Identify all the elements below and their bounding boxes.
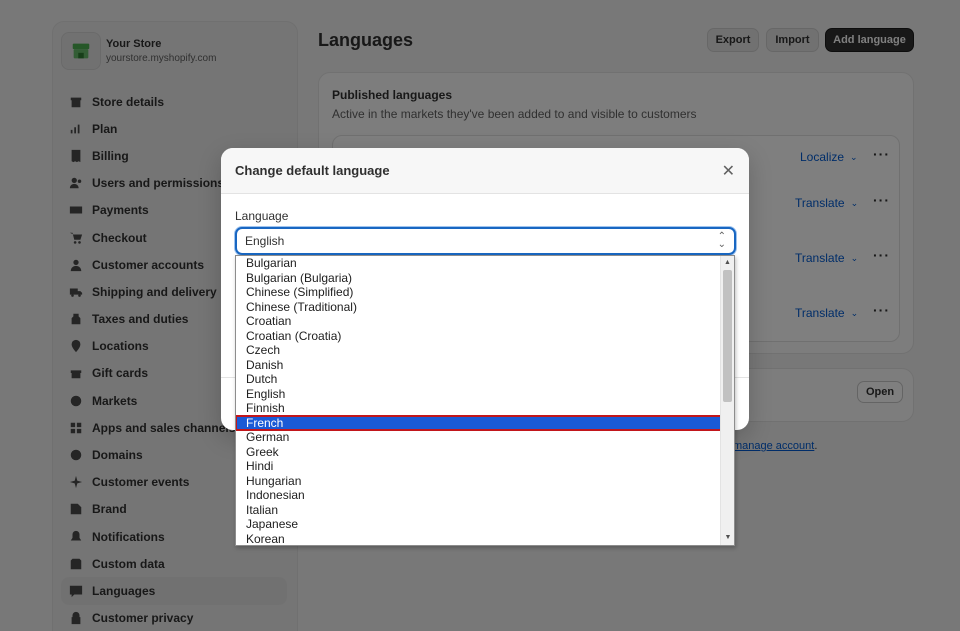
language-dropdown-list[interactable]: Bulgarian Bulgarian (Bulgaria) Chinese (Si… <box>235 255 735 546</box>
language-option[interactable]: Bulgarian (Bulgaria) <box>236 271 721 286</box>
language-option[interactable]: Dutch <box>236 372 721 387</box>
language-option[interactable]: Croatian <box>236 314 721 329</box>
language-option[interactable]: Czech <box>236 343 721 358</box>
language-option[interactable]: Hindi <box>236 459 721 474</box>
modal-header: Change default language ✕ <box>221 148 749 194</box>
select-chevron-icon: ⌃ ⌄ <box>717 231 726 250</box>
language-field-label: Language <box>235 209 289 223</box>
language-option[interactable]: German <box>236 430 721 445</box>
language-option[interactable]: Greek <box>236 445 721 460</box>
language-option[interactable]: Indonesian <box>236 488 721 503</box>
dropdown-scrollbar[interactable]: ▲ ▼ <box>720 256 734 545</box>
language-option[interactable]: Japanese <box>236 517 721 532</box>
language-option[interactable]: Bulgarian <box>236 256 721 271</box>
language-option[interactable]: Croatian (Croatia) <box>236 329 721 344</box>
language-option[interactable]: Korean <box>236 532 721 546</box>
language-select[interactable]: English ⌃ ⌄ <box>235 227 736 255</box>
modal-title: Change default language <box>235 163 390 178</box>
language-option[interactable]: Chinese (Traditional) <box>236 300 721 315</box>
language-option[interactable]: Danish <box>236 358 721 373</box>
scroll-thumb[interactable] <box>723 270 732 402</box>
language-option[interactable]: Chinese (Simplified) <box>236 285 721 300</box>
language-option[interactable]: Finnish <box>236 401 721 416</box>
language-option[interactable]: Italian <box>236 503 721 518</box>
language-select-value: English <box>245 234 285 248</box>
dropdown-options: Bulgarian Bulgarian (Bulgaria) Chinese (Si… <box>236 256 734 546</box>
language-option[interactable]: Hungarian <box>236 474 721 489</box>
language-option[interactable]: English <box>236 387 721 402</box>
scroll-down-arrow-icon[interactable]: ▼ <box>721 531 734 545</box>
close-icon[interactable]: ✕ <box>722 161 735 181</box>
scroll-up-arrow-icon[interactable]: ▲ <box>721 256 734 270</box>
language-option[interactable]: French <box>236 414 722 431</box>
